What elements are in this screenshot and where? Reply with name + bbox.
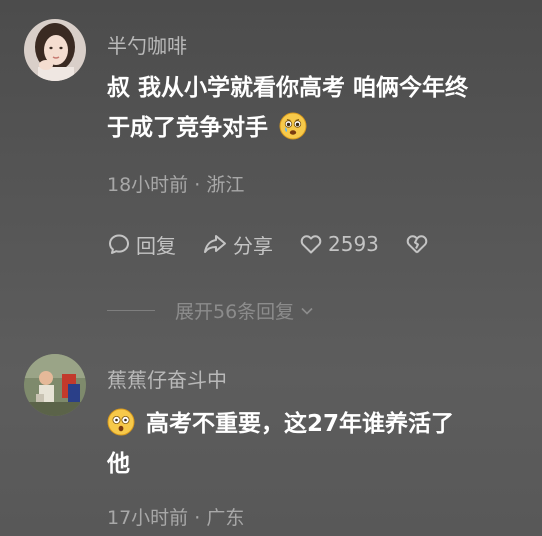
comment-actions: 回复 分享 2593 [107,228,460,260]
timestamp: 17小时前 [107,507,189,529]
share-icon [204,235,226,253]
comment-text: 叔 我从小学就看你高考 咱俩今年终 于成了竞争对手 [107,68,527,148]
like-count: 2593 [328,232,379,256]
expand-replies-button[interactable]: 展开56条回复 [107,297,316,324]
location: 浙江 [206,174,245,196]
comment-text-line: 他 [107,451,130,477]
reply-icon [109,234,129,254]
reply-label: 回复 [136,233,176,258]
comment-text-line: 高考不重要，这27年谁养活了 [146,411,455,437]
avatar[interactable] [24,19,86,81]
comment-meta: 17小时前 · 广东 [107,503,244,530]
share-button[interactable]: 分享 [202,230,273,259]
like-button[interactable]: 2593 [299,232,379,256]
comment-text-line: 叔 我从小学就看你高考 咱俩今年终 [107,75,469,101]
crying-face-emoji [279,112,307,140]
timestamp: 18小时前 [107,174,189,196]
avatar[interactable] [24,354,86,416]
meta-separator: · [194,507,201,529]
divider-line [107,310,155,311]
reply-button[interactable]: 回复 [107,230,176,259]
location: 广东 [206,507,245,529]
username[interactable]: 半勺咖啡 [107,30,187,59]
expand-replies-label: 展开56条回复 [175,301,295,323]
heart-icon [300,235,322,254]
comment-text: 高考不重要，这27年谁养活了 他 [107,404,527,484]
share-label: 分享 [233,233,273,258]
comment-text-line: 于成了竞争对手 [107,115,268,141]
username[interactable]: 蕉蕉仔奋斗中 [107,364,227,393]
comment-meta: 18小时前 · 浙江 [107,170,244,197]
dislike-button[interactable] [405,232,434,256]
broken-heart-icon [406,235,428,254]
meta-separator: · [194,174,201,196]
surprised-face-emoji [107,408,135,436]
chevron-down-icon [301,307,313,315]
